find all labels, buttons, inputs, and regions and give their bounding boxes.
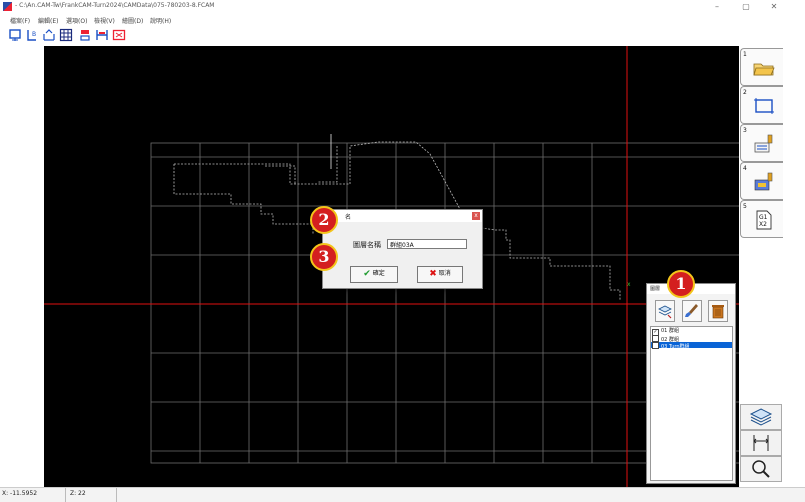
trash-icon [712, 305, 724, 319]
layer-list: ✓ 01 群組 02 群組 03 Turn群組 [650, 326, 733, 481]
tab-number: 3 [743, 127, 747, 134]
maximize-button[interactable]: ▢ [737, 1, 755, 13]
dialog-title: 名 [345, 214, 352, 221]
status-x: X: -11.5952 [2, 490, 38, 497]
tab-machine[interactable]: 4 [740, 162, 783, 200]
toolbar: B [0, 26, 805, 46]
layer-name-input[interactable] [387, 239, 467, 249]
folder-open-icon [753, 63, 775, 76]
layer-name-label: 圖層名稱 [353, 241, 381, 249]
svg-text:B: B [32, 31, 36, 38]
status-bar: X: -11.5952 Z: 22 [0, 487, 805, 502]
svg-text:G1: G1 [759, 214, 768, 221]
width-icon[interactable] [95, 28, 109, 42]
origin-marker: x [627, 281, 631, 288]
layers-icon [749, 408, 773, 426]
cancel-label: 取消 [438, 270, 451, 277]
gcode-icon: G1X2 [756, 210, 772, 230]
select-window-icon[interactable] [8, 28, 22, 42]
menu-view[interactable]: 檢視(V) [94, 16, 115, 25]
menu-draw[interactable]: 繪圖(D) [122, 16, 143, 25]
minimize-button[interactable]: – [708, 1, 726, 13]
svg-text:X2: X2 [759, 221, 767, 228]
layer-visible-checkbox[interactable] [652, 335, 659, 342]
status-divider [65, 488, 66, 502]
dialog-title-bar: 名 x [323, 210, 482, 222]
layer-panel: 圖層 ✓ 01 群組 02 群組 03 Turn群組 [646, 283, 736, 484]
tab-number: 5 [743, 203, 747, 210]
brush-icon [685, 304, 698, 317]
rename-layer-dialog: 名 x 圖層名稱 ✔確定 ✖取消 [322, 209, 483, 289]
ok-label: 確定 [372, 270, 385, 277]
window-title: - C:\An.CAM-Tw\FrankCAM-Turn2024\CAMData… [15, 2, 215, 9]
menu-options[interactable]: 選項(O) [66, 16, 87, 25]
layer-panel-title: 圖層 [650, 286, 661, 292]
layer-stack-icon[interactable] [78, 28, 92, 42]
layer-label: 01 群組 [661, 328, 679, 334]
step-marker-2: 2 [310, 206, 338, 234]
layer-label: 03 Turn群組 [661, 344, 690, 350]
menu-bar: 檔案(F) 編輯(E) 選項(O) 檢視(V) 繪圖(D) 說明(H) [0, 14, 805, 26]
dimension-fit-icon [753, 435, 769, 451]
add-layer-button[interactable] [655, 300, 675, 322]
tab-select-region[interactable]: 2 [740, 86, 783, 124]
side-panel: 1 2 3 4 5 G1 X2 [739, 46, 805, 487]
menu-help[interactable]: 說明(H) [150, 16, 171, 25]
step-marker-3: 3 [310, 243, 338, 271]
delete-layer-button[interactable] [708, 300, 728, 322]
tab-gcode[interactable]: 5 G1 X2 [740, 200, 783, 238]
add-layer-icon [658, 305, 672, 319]
tab-number: 1 [743, 51, 747, 58]
layer-visible-checkbox[interactable] [652, 342, 659, 349]
layer-row[interactable]: 02 群組 [651, 335, 732, 343]
step-marker-1: 1 [667, 270, 695, 298]
dimension-icon[interactable] [42, 28, 56, 42]
rename-layer-button[interactable] [682, 300, 702, 322]
rectangle-select-icon [754, 98, 774, 114]
check-icon: ✔ [363, 269, 371, 279]
tab-number: 2 [743, 89, 747, 96]
layer-row-selected[interactable]: 03 Turn群組 [651, 342, 732, 350]
text-icon[interactable]: B [25, 28, 39, 42]
tab-open-file[interactable]: 1 [740, 48, 783, 86]
toolpath-icon [754, 134, 773, 153]
dimension-fit-button[interactable] [740, 430, 782, 456]
tab-number: 4 [743, 165, 747, 172]
zoom-button[interactable] [740, 456, 782, 482]
menu-file[interactable]: 檔案(F) [10, 16, 30, 25]
fullscreen-icon[interactable] [112, 28, 126, 42]
status-z: Z: 22 [70, 490, 86, 497]
app-icon [3, 2, 12, 11]
cross-icon: ✖ [429, 269, 437, 279]
close-button[interactable]: ✕ [765, 1, 783, 13]
zoom-icon [752, 460, 770, 478]
tab-toolpath[interactable]: 3 [740, 124, 783, 162]
machine-icon [754, 172, 773, 191]
menu-edit[interactable]: 編輯(E) [38, 16, 58, 25]
layer-row[interactable]: ✓ 01 群組 [651, 328, 732, 336]
grid-icon[interactable] [59, 28, 73, 42]
status-divider [116, 488, 117, 502]
cancel-button[interactable]: ✖ 取消 [417, 266, 463, 283]
ok-button[interactable]: ✔ 確定 [350, 266, 398, 283]
layers-button[interactable] [740, 404, 782, 430]
title-bar: - C:\An.CAM-Tw\FrankCAM-Turn2024\CAMData… [0, 0, 805, 14]
dialog-close-button[interactable]: x [472, 212, 480, 220]
